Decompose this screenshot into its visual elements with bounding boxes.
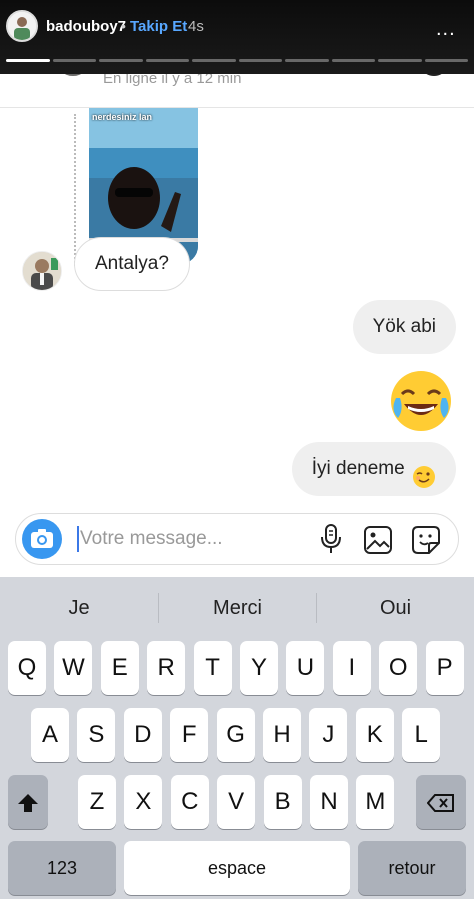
key-z[interactable]: Z <box>78 775 116 829</box>
suggestion-2[interactable]: Merci <box>159 577 316 639</box>
key-u[interactable]: U <box>286 641 325 695</box>
online-status: En ligne il y a 12 min <box>103 74 242 87</box>
key-l[interactable]: L <box>402 708 441 762</box>
return-key[interactable]: retour <box>358 841 466 895</box>
progress-segment <box>145 59 189 62</box>
key-g[interactable]: G <box>216 708 255 762</box>
progress-segment <box>6 59 50 62</box>
key-o[interactable]: O <box>379 641 418 695</box>
more-options-icon[interactable]: ... <box>436 18 456 41</box>
key-w[interactable]: W <box>54 641 93 695</box>
message-input[interactable] <box>80 524 300 554</box>
key-i[interactable]: I <box>332 641 371 695</box>
space-key[interactable]: espace <box>124 841 350 895</box>
key-h[interactable]: H <box>263 708 301 762</box>
progress-segment <box>378 59 422 62</box>
camera-icon[interactable] <box>22 519 62 559</box>
story-username[interactable]: badouboy7 <box>46 18 126 35</box>
header-avatar[interactable] <box>56 74 90 76</box>
shift-key[interactable] <box>8 775 48 829</box>
microphone-icon[interactable] <box>316 523 346 555</box>
sticker-icon[interactable] <box>411 525 441 555</box>
text-caret <box>77 526 79 552</box>
suggestion-3[interactable]: Oui <box>317 577 474 639</box>
key-r[interactable]: R <box>147 641 186 695</box>
key-s[interactable]: S <box>77 708 116 762</box>
story-avatar[interactable] <box>6 10 38 42</box>
key-q[interactable]: Q <box>8 641 46 695</box>
key-e[interactable]: E <box>100 641 139 695</box>
key-v[interactable]: V <box>217 775 256 829</box>
progress-segment <box>52 59 96 62</box>
progress-segment <box>99 59 143 62</box>
message-composer <box>15 513 459 565</box>
key-m[interactable]: M <box>356 775 395 829</box>
follow-button[interactable]: Takip Et <box>130 18 187 35</box>
progress-segment <box>238 59 282 62</box>
key-y[interactable]: Y <box>240 641 278 695</box>
key-k[interactable]: K <box>355 708 394 762</box>
chat-header: En ligne il y a 12 min i <box>0 74 474 108</box>
progress-segment <box>424 59 468 62</box>
numbers-key[interactable]: 123 <box>8 841 116 895</box>
key-b[interactable]: B <box>263 775 302 829</box>
reply-line <box>74 114 76 266</box>
key-n[interactable]: N <box>310 775 348 829</box>
info-icon[interactable]: i <box>419 74 449 76</box>
separator-dot: • <box>121 18 126 34</box>
message-bubble-out-emoji[interactable]: İyi deneme <box>291 442 456 496</box>
progress-segment <box>331 59 375 62</box>
progress-segment <box>285 59 329 62</box>
story-header: badouboy7 • Takip Et 4s ... <box>0 0 474 74</box>
key-x[interactable]: X <box>124 775 163 829</box>
key-p[interactable]: P <box>425 641 464 695</box>
joy-emoji[interactable] <box>388 368 454 434</box>
key-d[interactable]: D <box>123 708 162 762</box>
key-t[interactable]: T <box>193 641 232 695</box>
gallery-icon[interactable] <box>363 525 393 555</box>
key-c[interactable]: C <box>170 775 209 829</box>
backspace-key[interactable] <box>416 775 466 829</box>
photo-caption: nerdesiniz lan <box>92 112 153 122</box>
key-f[interactable]: F <box>170 708 209 762</box>
message-bubble-in[interactable]: Antalya? <box>74 237 190 291</box>
story-time: 4s <box>188 18 204 35</box>
wink-emoji <box>412 457 436 488</box>
sender-avatar[interactable] <box>22 251 62 291</box>
suggestion-1[interactable]: Je <box>0 577 158 639</box>
key-j[interactable]: J <box>309 708 348 762</box>
chat-screenshot: En ligne il y a 12 min i nerdesiniz lan … <box>0 74 474 577</box>
message-bubble-out[interactable]: Yök abi <box>352 300 456 354</box>
progress-segment <box>192 59 236 62</box>
key-a[interactable]: A <box>31 708 69 762</box>
keyboard: Je Merci Oui QWERTYUIOP ASDFGHJKL ZXCVBN… <box>0 577 474 899</box>
message-text: İyi deneme <box>311 458 405 479</box>
